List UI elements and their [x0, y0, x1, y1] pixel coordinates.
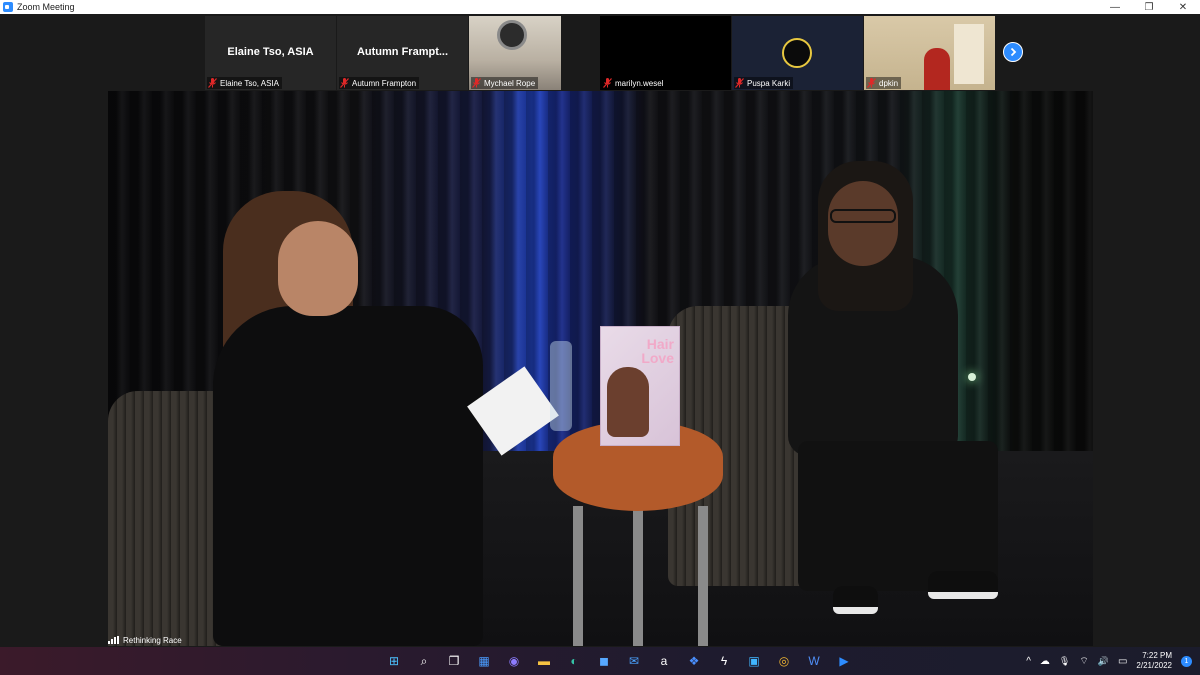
book-title-line: Hair	[646, 336, 674, 352]
wifi-icon[interactable]: ⌔	[1079, 655, 1088, 668]
stage-light	[968, 373, 976, 381]
task-view-icon[interactable]: ❐	[443, 650, 465, 672]
chevron-right-icon	[1010, 47, 1017, 57]
participant-tile[interactable]: Elaine Tso, ASIA Elaine Tso, ASIA	[205, 16, 336, 90]
mic-muted-icon	[208, 78, 217, 88]
participant-tile[interactable]: dpkin	[864, 16, 995, 90]
book-cover: Hair Love	[600, 326, 680, 446]
chevron-up-icon[interactable]: ^	[1026, 656, 1031, 667]
next-participants-button[interactable]	[1003, 42, 1023, 62]
window-titlebar: Zoom Meeting — ❐ ✕	[0, 0, 1200, 14]
water-bottle	[550, 341, 572, 431]
participant-display-name: Elaine Tso, ASIA	[227, 46, 314, 58]
teams-chat-icon[interactable]: ◉	[503, 650, 525, 672]
participant-name: dpkin	[879, 78, 899, 88]
photos-icon[interactable]: ▣	[743, 650, 765, 672]
mic-muted-icon	[735, 78, 744, 88]
participant-name: Puspa Karki	[747, 78, 791, 88]
participant-video	[954, 24, 984, 84]
notification-badge[interactable]: 1	[1181, 655, 1192, 667]
host-person	[203, 191, 503, 646]
microphone-icon[interactable]: 🎙	[1059, 656, 1070, 667]
mic-muted-icon	[472, 78, 481, 88]
window-title: Zoom Meeting	[17, 2, 75, 12]
mic-muted-icon	[603, 78, 612, 88]
participant-tile[interactable]: Puspa Karki	[732, 16, 863, 90]
participant-label: Mychael Rope	[471, 77, 539, 89]
edge-icon[interactable]: ◐	[563, 650, 585, 672]
participant-name: Mychael Rope	[484, 78, 536, 88]
clock-time: 7:22 PM	[1142, 651, 1172, 660]
speaker-label: Rethinking Race	[108, 634, 182, 646]
participant-label: dpkin	[866, 77, 902, 89]
taskbar-apps: ⊞ ⌕ ❐ ▦ ◉ ▬ ◐ ◼ ✉ a ❖ ϟ ▣ ◎ W ▶	[383, 650, 855, 672]
search-icon[interactable]: ⌕	[413, 650, 435, 672]
store-icon[interactable]: ◼	[593, 650, 615, 672]
zoom-icon[interactable]: ▶	[833, 650, 855, 672]
word-icon[interactable]: W	[803, 650, 825, 672]
participant-label: Puspa Karki	[734, 77, 794, 89]
participant-label: Autumn Frampton	[339, 77, 420, 89]
mic-muted-icon	[867, 78, 876, 88]
meeting-area: Elaine Tso, ASIA Elaine Tso, ASIA Autumn…	[0, 14, 1200, 647]
mic-muted-icon	[340, 78, 349, 88]
chrome-icon[interactable]: ◎	[773, 650, 795, 672]
amazon-icon[interactable]: a	[653, 650, 675, 672]
participant-logo	[782, 38, 812, 68]
book-title-line: Love	[641, 350, 674, 366]
signal-strength-icon	[108, 636, 119, 644]
participant-tile[interactable]: Autumn Frampt... Autumn Frampton	[337, 16, 468, 90]
clock-date: 2/21/2022	[1136, 661, 1172, 670]
volume-icon[interactable]: 🔊	[1098, 656, 1109, 667]
battery-icon[interactable]: ▭	[1118, 656, 1127, 667]
restore-button[interactable]: ❐	[1132, 0, 1166, 14]
participant-name: Autumn Frampton	[352, 78, 417, 88]
participant-display-name: Autumn Frampt...	[356, 46, 449, 58]
system-tray: ^ ☁ 🎙 ⌔ 🔊 ▭ 7:22 PM 2/21/2022 1	[1026, 647, 1192, 675]
mail-icon[interactable]: ✉	[623, 650, 645, 672]
participant-video	[497, 20, 527, 50]
participant-strip: Elaine Tso, ASIA Elaine Tso, ASIA Autumn…	[205, 16, 995, 90]
glasses	[830, 209, 896, 223]
minimize-button[interactable]: —	[1098, 0, 1132, 14]
close-button[interactable]: ✕	[1166, 0, 1200, 14]
windows-taskbar: ⊞ ⌕ ❐ ▦ ◉ ▬ ◐ ◼ ✉ a ❖ ϟ ▣ ◎ W ▶ ^ ☁ 🎙 ⌔ 🔊 ▭ 7:22 PM 2/2…	[0, 647, 1200, 675]
participant-tile[interactable]: Mychael Rope	[469, 16, 561, 90]
clock[interactable]: 7:22 PM 2/21/2022	[1136, 651, 1172, 671]
participant-video	[924, 48, 950, 90]
participant-tile[interactable]: marilyn.wesel	[600, 16, 731, 90]
participant-name: marilyn.wesel	[615, 78, 664, 88]
zoom-app-icon	[3, 2, 13, 12]
participant-name: Elaine Tso, ASIA	[220, 78, 279, 88]
onedrive-cloud-icon[interactable]: ☁	[1040, 656, 1050, 667]
windows-start-icon[interactable]: ⊞	[383, 650, 405, 672]
guest-person	[748, 161, 1008, 646]
participant-label: marilyn.wesel	[602, 77, 667, 89]
power-automate-icon[interactable]: ϟ	[713, 650, 735, 672]
window-controls: — ❐ ✕	[1098, 0, 1200, 14]
speaker-name: Rethinking Race	[123, 635, 182, 645]
main-speaker-video: Hair Love	[108, 91, 1093, 646]
file-explorer-icon[interactable]: ▬	[533, 650, 555, 672]
participant-label: Elaine Tso, ASIA	[207, 77, 282, 89]
widgets-icon[interactable]: ▦	[473, 650, 495, 672]
dropbox-icon[interactable]: ❖	[683, 650, 705, 672]
